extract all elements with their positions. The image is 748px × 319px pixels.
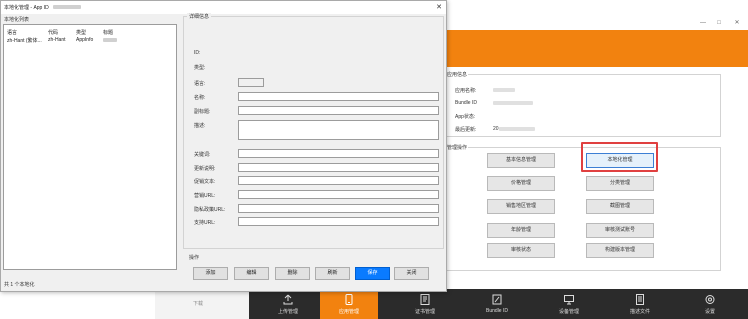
list-header: 语言 代码 类型 标题 <box>4 29 176 36</box>
device-icon <box>564 295 574 305</box>
review-account-button[interactable]: 审核测试账号 <box>586 223 654 238</box>
nav-bundle-id[interactable]: Bundle ID <box>468 289 526 319</box>
localization-list-label: 本地化列表 <box>4 17 30 23</box>
app-info-group: 应用信息 应用名称: Bundle ID App状态: 最后更新: 20 <box>446 71 721 137</box>
last-updated-value: 20 <box>493 126 499 132</box>
profile-icon <box>636 294 644 305</box>
edit-button[interactable]: 编辑 <box>234 267 269 280</box>
subtitle-field[interactable] <box>238 106 439 115</box>
nav-settings-label: 设置 <box>704 309 715 315</box>
language-field <box>238 78 264 87</box>
operations-title: 管理操作 <box>446 144 469 151</box>
bundle-id-label: Bundle ID <box>455 100 477 106</box>
dialog-title: 本地化管理 - App ID <box>4 5 49 11</box>
release-notes-field[interactable] <box>238 163 439 172</box>
language-label: 语言: <box>194 81 206 87</box>
header-bar <box>446 30 748 67</box>
screenshot-button[interactable]: 截图管理 <box>586 199 654 214</box>
nav-app-management[interactable]: 应用管理 <box>320 289 378 319</box>
keywords-field[interactable] <box>238 149 439 158</box>
row-language: zh-Hant (繁体... <box>7 38 42 44</box>
review-status-button[interactable]: 审核状态 <box>487 243 555 258</box>
list-item[interactable]: zh-Hant (繁体... zh-Hant AppInfo <box>4 37 176 44</box>
description-field[interactable] <box>238 120 439 140</box>
main-window: — □ ✕ 应用信息 应用名称: Bundle ID App状态: 最后更新: … <box>445 16 748 319</box>
subtitle-label: 副标题: <box>194 109 211 115</box>
privacy-url-label: 隐私政策URL: <box>194 207 226 213</box>
nav-profiles-label: 描述文件 <box>629 309 650 315</box>
age-rating-button[interactable]: 年龄管理 <box>487 223 555 238</box>
dialog-close-button[interactable]: ✕ <box>436 3 442 11</box>
row-type: AppInfo <box>76 37 94 43</box>
highlight-box <box>581 142 658 172</box>
actions-title: 操作 <box>187 254 202 261</box>
nav-upload-label: 上传管理 <box>277 309 298 315</box>
marketing-url-label: 营销URL: <box>194 193 216 199</box>
price-button[interactable]: 价格管理 <box>487 176 555 191</box>
nav-settings[interactable]: 设置 <box>681 289 739 319</box>
column-type[interactable]: 类型 <box>76 29 86 36</box>
bottom-nav: 上传管理 应用管理 证书管理 Bundle ID 设备管理 描述文件 设置 <box>249 289 748 319</box>
add-button[interactable]: 添加 <box>193 267 228 280</box>
close-button[interactable]: 关闭 <box>394 267 429 280</box>
column-code[interactable]: 代码 <box>48 29 58 36</box>
settings-icon <box>705 295 715 304</box>
nav-upload[interactable]: 上传管理 <box>259 289 317 319</box>
row-title-blurred <box>103 38 117 42</box>
support-url-field[interactable] <box>238 217 439 226</box>
localization-list[interactable]: 语言 代码 类型 标题 zh-Hant (繁体... zh-Hant AppIn… <box>3 24 177 270</box>
last-updated-blur <box>499 127 535 131</box>
nav-devices[interactable]: 设备管理 <box>540 289 598 319</box>
basic-info-button[interactable]: 基本信息管理 <box>487 153 555 168</box>
dialog-title-bar: 本地化管理 - App ID ✕ <box>1 1 446 14</box>
column-language[interactable]: 语言 <box>7 29 17 36</box>
nav-certificates[interactable]: 证书管理 <box>396 289 454 319</box>
sales-region-button[interactable]: 销售地区管理 <box>487 199 555 214</box>
edit-icon <box>492 294 502 305</box>
type-label: 类型: <box>194 65 206 71</box>
promo-text-field[interactable] <box>238 176 439 185</box>
nav-app-management-label: 应用管理 <box>338 309 359 315</box>
refresh-button[interactable]: 刷新 <box>315 267 350 280</box>
upload-icon <box>283 294 293 305</box>
app-status-label: App状态: <box>455 114 476 120</box>
close-button[interactable]: ✕ <box>732 19 742 27</box>
build-version-button[interactable]: 构建版本管理 <box>586 243 654 258</box>
description-label: 描述: <box>194 123 206 129</box>
app-id-blurred <box>53 5 81 9</box>
release-notes-label: 更新说明: <box>194 166 216 172</box>
main-window-title-bar: — □ ✕ <box>446 16 748 30</box>
privacy-url-field[interactable] <box>238 204 439 213</box>
nav-devices-label: 设备管理 <box>558 309 579 315</box>
app-info-title: 应用信息 <box>446 71 469 78</box>
nav-certificates-label: 证书管理 <box>414 309 435 315</box>
certificate-icon <box>420 294 430 305</box>
background-text: 下载 <box>193 301 204 307</box>
status-bar-text: 共 1 个本地化 <box>4 282 35 288</box>
row-code: zh-Hant <box>48 37 66 43</box>
maximize-button[interactable]: □ <box>714 19 724 27</box>
bundle-id-value <box>493 101 533 105</box>
marketing-url-field[interactable] <box>238 190 439 199</box>
promo-text-label: 促销文本: <box>194 179 216 185</box>
id-label: ID: <box>194 50 201 56</box>
nav-profiles[interactable]: 描述文件 <box>611 289 669 319</box>
delete-button[interactable]: 删除 <box>275 267 310 280</box>
support-url-label: 支持URL: <box>194 220 216 226</box>
name-label: 名称: <box>194 95 206 101</box>
details-title: 详细信息 <box>187 13 212 20</box>
column-title[interactable]: 标题 <box>103 29 113 36</box>
last-updated-label: 最后更新: <box>455 127 477 133</box>
nav-bundle-id-label: Bundle ID <box>486 308 508 314</box>
minimize-button[interactable]: — <box>698 19 708 27</box>
phone-icon <box>345 294 353 305</box>
name-field[interactable] <box>238 92 439 101</box>
keywords-label: 关键词: <box>194 152 211 158</box>
localization-dialog: 本地化管理 - App ID ✕ 本地化列表 语言 代码 类型 标题 zh-Ha… <box>0 0 447 292</box>
save-button[interactable]: 保存 <box>355 267 390 280</box>
app-name-value <box>493 88 515 92</box>
app-name-label: 应用名称: <box>455 88 477 94</box>
category-button[interactable]: 分类管理 <box>586 176 654 191</box>
